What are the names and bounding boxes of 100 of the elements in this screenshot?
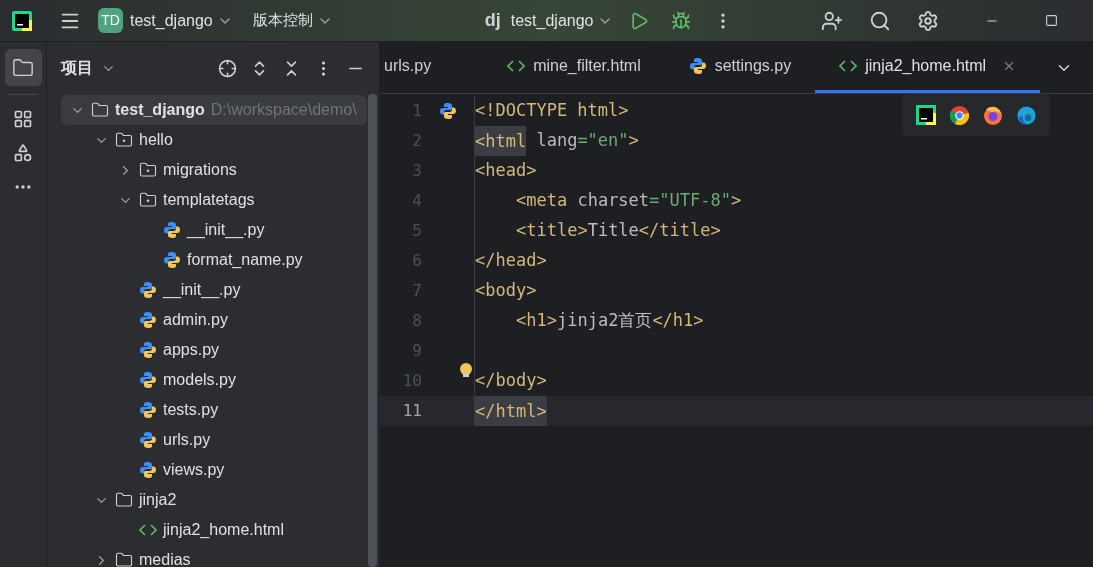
tree-item[interactable]: jinja2_home.html (61, 515, 367, 545)
python-file-icon (688, 57, 707, 75)
python-file-icon (139, 281, 157, 299)
tree-item-label: hello (139, 130, 173, 150)
tree-item[interactable]: jinja2 (61, 485, 367, 515)
code-token: <h1> (516, 309, 557, 333)
code-token: <head> (475, 159, 537, 183)
tree-item-label: medias (139, 550, 191, 567)
tree-item[interactable]: medias (61, 545, 367, 567)
shapes-icon[interactable] (13, 143, 33, 163)
folder-icon (115, 551, 133, 567)
code-token: lang (535, 129, 578, 153)
tree-item[interactable]: migrations (61, 155, 367, 185)
tree-item-label: apps.py (163, 340, 220, 360)
lightbulb-icon[interactable] (459, 362, 473, 380)
code-token: Title (587, 219, 639, 243)
editor-tab[interactable]: mine_filter.html (483, 42, 665, 93)
code-brackets-icon (507, 59, 526, 73)
run-icon[interactable] (629, 10, 650, 31)
code-token: </html> (475, 396, 547, 426)
tree-item[interactable]: __init__.py (61, 275, 367, 305)
globe-icon[interactable] (950, 105, 969, 125)
python-file-icon (139, 341, 157, 359)
code-token: <!DOCTYPE html> (475, 99, 629, 123)
code-token: </h1> (652, 309, 704, 333)
editor-tab[interactable]: settings.py (664, 42, 816, 93)
code-token: ="UTF-8" (649, 189, 731, 213)
code-token: ="en" (577, 129, 629, 153)
tree-item-label: __init__.py (163, 280, 241, 301)
grid-icon[interactable] (13, 109, 33, 129)
tree-item-label: test_django (115, 100, 205, 120)
tree-item[interactable]: urls.py (61, 425, 367, 455)
tree-item[interactable]: hello (61, 125, 367, 155)
folder-icon (115, 131, 133, 149)
code-token: </body> (475, 369, 547, 393)
python-file-icon (139, 461, 157, 479)
code-token: <meta (516, 189, 568, 213)
scrollbar[interactable] (368, 94, 377, 567)
tree-item-label: urls.py (163, 430, 211, 450)
fox-icon[interactable] (983, 105, 1003, 125)
project-dropdown[interactable]: test_django (130, 8, 233, 33)
tree-item-label: admin.py (163, 310, 228, 330)
tree-item-label: jinja2 (139, 490, 177, 510)
ide-logo-icon[interactable] (12, 10, 32, 31)
framework-logo: dj (484, 9, 501, 32)
settings-icon[interactable] (917, 9, 940, 32)
code-brackets-icon (839, 59, 858, 73)
folder-icon (115, 491, 133, 509)
project-badge: TD (98, 8, 123, 33)
line-number: 11 (401, 400, 422, 422)
code-token: </title> (638, 219, 721, 243)
folder-icon (12, 56, 34, 79)
code-token: <html (475, 126, 527, 156)
code-token: charset (576, 189, 650, 213)
project-path: D:\workspace\demo\ (210, 100, 357, 120)
tree-item[interactable]: models.py (61, 365, 367, 395)
tree-item[interactable]: format_name.py (61, 245, 367, 275)
locate-icon[interactable] (218, 58, 237, 78)
run-config-dropdown[interactable]: test_django (510, 8, 614, 33)
tree-item[interactable]: views.py (61, 455, 367, 485)
python-file-icon (439, 102, 457, 120)
tree-item[interactable]: __init__.py (61, 215, 367, 245)
folder-icon (91, 101, 109, 119)
project-tool-button[interactable] (4, 49, 42, 86)
tree-item-label: migrations (163, 160, 237, 180)
code-token: </head> (475, 249, 547, 273)
python-file-icon (163, 251, 181, 269)
tree-item[interactable]: admin.py (61, 305, 367, 335)
tree-item-label: tests.py (163, 400, 219, 420)
wave-browser-icon[interactable] (1017, 105, 1036, 125)
code-token: <title> (516, 219, 588, 243)
tree-item-label: format_name.py (187, 250, 303, 270)
code-token: jinja2首页 (556, 309, 653, 333)
tree-item[interactable]: apps.py (61, 335, 367, 365)
tree-item-label: views.py (163, 460, 225, 480)
folder-icon (139, 161, 157, 179)
code-token: > (628, 129, 639, 153)
python-file-icon (139, 371, 157, 389)
add-user-icon[interactable] (821, 9, 844, 32)
folder-icon (139, 191, 157, 209)
tree-item-label: models.py (163, 370, 236, 390)
tree-item-label: __init__.py (187, 220, 265, 241)
tree-item[interactable]: tests.py (61, 395, 367, 425)
search-icon[interactable] (869, 9, 892, 32)
python-file-icon (139, 311, 157, 329)
bug-icon[interactable] (671, 10, 692, 31)
tree-item[interactable]: templatetags (61, 185, 367, 215)
editor-tab[interactable]: urls.py (380, 42, 484, 93)
python-file-icon (139, 431, 157, 449)
maximize-icon[interactable] (1045, 14, 1059, 27)
code-token: > (730, 189, 742, 213)
python-file-icon (163, 221, 181, 239)
ide-logo-icon[interactable] (916, 105, 936, 125)
code-token: <body> (475, 279, 537, 303)
python-file-icon (139, 401, 157, 419)
tree-item-label: templatetags (163, 190, 255, 210)
tree-item[interactable]: test_django D:\workspace\demo\ (61, 95, 367, 125)
vcs-dropdown[interactable]: 版本控制 (252, 9, 333, 32)
code-brackets-icon (139, 523, 157, 537)
panel-title-dropdown[interactable]: 项目 (61, 56, 116, 80)
